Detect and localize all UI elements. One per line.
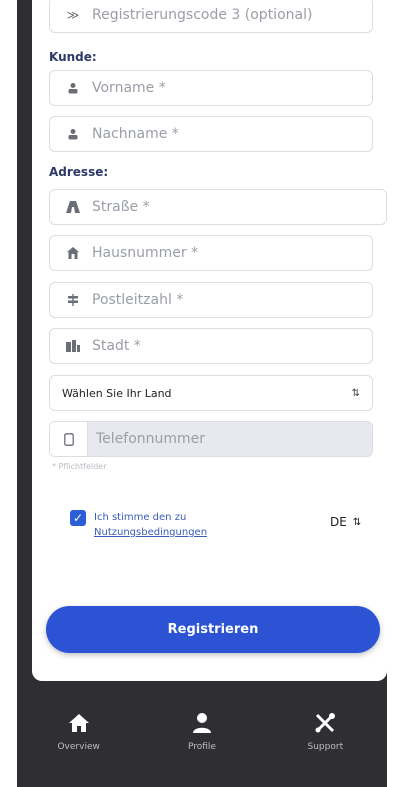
postal-code-field[interactable]: Postleitzahl * — [49, 282, 373, 318]
required-fields-hint: * Pflichtfelder — [52, 462, 107, 471]
bottom-nav: Overview Profile Support — [17, 700, 387, 787]
nav-label-profile: Profile — [187, 742, 216, 752]
registration-code-3-placeholder: Registrierungscode 3 (optional) — [92, 7, 313, 23]
last-name-field[interactable]: Nachname * — [49, 116, 373, 152]
nav-label-support: Support — [307, 742, 344, 752]
house-icon — [62, 247, 84, 259]
road-icon — [62, 201, 84, 213]
register-button[interactable]: Registrieren — [46, 606, 380, 653]
first-name-field[interactable]: Vorname * — [49, 70, 373, 106]
nav-item-overview[interactable]: Overview — [29, 712, 129, 752]
nav-label-overview: Overview — [57, 742, 100, 752]
city-icon — [62, 340, 84, 352]
terms-checkbox[interactable]: ✓ — [70, 510, 86, 526]
street-field[interactable]: Straße * — [49, 189, 387, 225]
home-icon — [68, 712, 90, 742]
house-number-field[interactable]: Hausnummer * — [49, 235, 373, 271]
signpost-icon — [62, 294, 84, 306]
language-value: DE — [330, 515, 347, 529]
phone-field[interactable]: Telefonnummer — [49, 421, 373, 457]
phone-icon — [50, 422, 88, 456]
phone-placeholder: Telefonnummer — [88, 422, 372, 456]
person-icon — [62, 82, 84, 94]
chevron-up-down-icon: ⇅ — [352, 516, 362, 528]
nav-item-support[interactable]: Support — [275, 712, 375, 752]
tools-icon — [314, 712, 336, 742]
nav-item-profile[interactable]: Profile — [152, 712, 252, 752]
country-select-value: Wählen Sie Ihr Land — [62, 386, 172, 400]
terms-link[interactable]: Nutzungsbedingungen — [94, 525, 207, 540]
check-icon: ✓ — [72, 511, 84, 525]
address-section-label: Adresse: — [49, 165, 109, 179]
country-select[interactable]: Wählen Sie Ihr Land ⇅ — [49, 375, 373, 411]
terms-label: Ich stimme den zu — [94, 512, 187, 523]
person-icon — [62, 128, 84, 140]
house-number-placeholder: Hausnummer * — [92, 245, 199, 261]
person-icon — [192, 712, 212, 742]
registration-code-3-field[interactable]: ≫ Registrierungscode 3 (optional) — [49, 0, 373, 33]
city-field[interactable]: Stadt * — [49, 328, 373, 364]
city-placeholder: Stadt * — [92, 338, 141, 354]
street-placeholder: Straße * — [92, 199, 150, 215]
customer-section-label: Kunde: — [49, 50, 97, 64]
chevron-right-icon: ≫ — [66, 8, 80, 22]
last-name-placeholder: Nachname * — [92, 126, 179, 142]
postal-code-placeholder: Postleitzahl * — [92, 292, 184, 308]
first-name-placeholder: Vorname * — [92, 80, 166, 96]
terms-text: Ich stimme den zu Nutzungsbedingungen — [94, 510, 207, 540]
language-select[interactable]: DE ⇅ — [330, 515, 361, 529]
chevron-up-down-icon: ⇅ — [351, 387, 360, 399]
